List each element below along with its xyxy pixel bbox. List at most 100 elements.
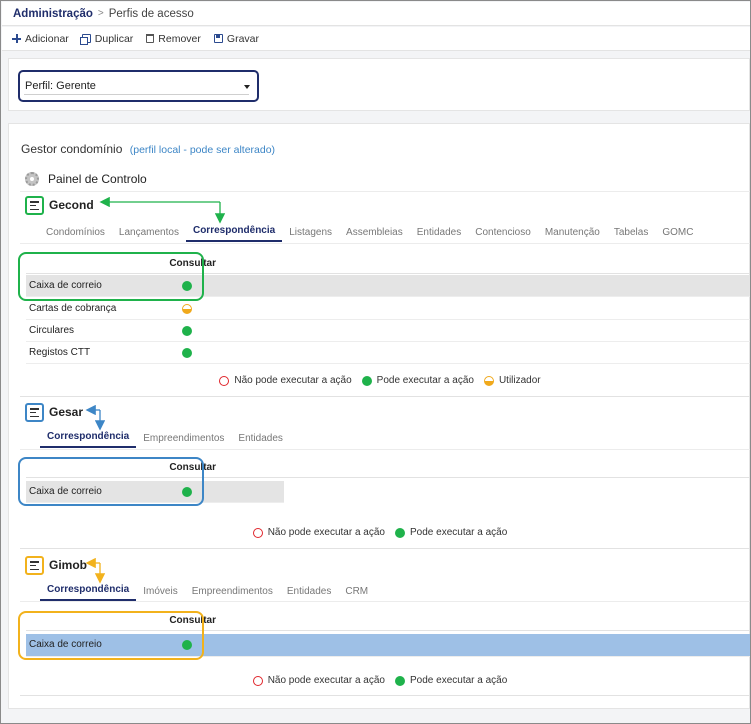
tab-correspondencia[interactable]: Correspondência — [40, 431, 137, 448]
table-row[interactable]: Registos CTT — [26, 342, 750, 364]
gear-icon — [25, 171, 39, 186]
app-window: Administração > Perfis de acesso Adicion… — [0, 0, 751, 724]
user-icon — [483, 375, 494, 386]
table-row[interactable]: Caixa de correio — [26, 634, 750, 657]
tab-crm[interactable]: CRM — [338, 586, 375, 601]
legend-user: Utilizador — [498, 375, 541, 386]
tab-entidades[interactable]: Entidades — [280, 586, 338, 601]
row-label: Cartas de cobrança — [29, 303, 117, 314]
painel-label: Painel de Controlo — [48, 171, 147, 186]
column-consultar: Consultar — [169, 615, 216, 626]
profile-panel: Perfil: Gerente — [8, 58, 750, 111]
tab-condominios[interactable]: Condomínios — [39, 227, 112, 242]
row-label: Caixa de correio — [29, 486, 102, 497]
allowed-icon — [361, 375, 372, 386]
remove-button[interactable]: Remover — [146, 33, 201, 45]
permission-allowed-icon[interactable] — [182, 487, 192, 497]
save-button[interactable]: Gravar — [213, 33, 259, 45]
legend-allowed: Pode executar a ação — [376, 375, 474, 386]
divider — [20, 548, 750, 549]
gimob-column-header: Consultar — [26, 611, 750, 631]
menu-icon — [25, 555, 44, 575]
profile-select[interactable]: Perfil: Gerente — [18, 70, 259, 102]
toolbar: Adicionar Duplicar Remover Gravar — [2, 27, 750, 51]
permission-allowed-icon[interactable] — [182, 326, 192, 336]
legend-denied: Não pode executar a ação — [267, 675, 385, 686]
gecond-header[interactable]: Gecond — [25, 195, 94, 215]
add-button[interactable]: Adicionar — [12, 33, 69, 45]
tab-empreendimentos[interactable]: Empreendimentos — [136, 433, 231, 448]
gestor-title: Gestor condomínio — [21, 142, 123, 156]
tab-contencioso[interactable]: Contencioso — [468, 227, 538, 242]
denied-icon — [252, 527, 263, 538]
divider — [20, 695, 750, 696]
breadcrumb: Administração > Perfis de acesso — [2, 2, 750, 26]
legend-allowed: Pode executar a ação — [410, 527, 508, 538]
painel-row[interactable]: Painel de Controlo — [20, 166, 750, 192]
column-consultar: Consultar — [169, 258, 216, 269]
column-consultar: Consultar — [169, 462, 216, 473]
gecond-legend: Não pode executar a ação Pode executar a… — [9, 375, 750, 386]
divider — [20, 396, 750, 397]
permission-allowed-icon[interactable] — [182, 348, 192, 358]
permission-user-icon[interactable] — [182, 304, 192, 314]
breadcrumb-root[interactable]: Administração — [13, 8, 93, 20]
legend-item: Pode executar a ação — [395, 675, 507, 686]
tab-tabelas[interactable]: Tabelas — [607, 227, 655, 242]
trash-icon — [146, 34, 155, 43]
gestor-note: (perfil local - pode ser alterado) — [129, 144, 276, 156]
legend-item: Pode executar a ação — [361, 375, 474, 386]
tab-gomc[interactable]: GOMC — [655, 227, 700, 242]
profile-select-value: Perfil: Gerente — [25, 80, 96, 92]
row-label: Caixa de correio — [29, 280, 102, 291]
tab-assembleias[interactable]: Assembleias — [339, 227, 410, 242]
permission-allowed-icon[interactable] — [182, 640, 192, 650]
table-row[interactable]: Caixa de correio — [26, 481, 284, 503]
gimob-legend: Não pode executar a ação Pode executar a… — [9, 675, 750, 686]
gesar-header[interactable]: Gesar — [25, 402, 83, 422]
row-label: Caixa de correio — [29, 639, 102, 650]
remove-button-label: Remover — [158, 32, 201, 45]
tab-manutencao[interactable]: Manutenção — [538, 227, 607, 242]
menu-icon — [25, 402, 44, 422]
add-button-label: Adicionar — [25, 32, 69, 45]
allowed-icon — [395, 527, 405, 538]
legend-denied: Não pode executar a ação — [234, 375, 352, 386]
copy-icon — [79, 34, 91, 45]
denied-icon — [252, 675, 263, 686]
tab-correspondencia[interactable]: Correspondência — [40, 584, 137, 601]
table-row[interactable]: Circulares — [26, 320, 750, 342]
tab-lancamentos[interactable]: Lançamentos — [112, 227, 186, 242]
tab-entidades[interactable]: Entidades — [410, 227, 468, 242]
legend-denied: Não pode executar a ação — [267, 527, 385, 538]
tab-imoveis[interactable]: Imóveis — [136, 586, 184, 601]
tab-entidades[interactable]: Entidades — [231, 433, 289, 448]
gimob-tab-divider — [20, 601, 750, 602]
breadcrumb-separator: > — [97, 8, 104, 19]
legend-item: Utilizador — [483, 375, 541, 386]
breadcrumb-page: Perfis de acesso — [108, 7, 194, 20]
plus-icon — [12, 34, 21, 43]
tab-empreendimentos[interactable]: Empreendimentos — [185, 586, 280, 601]
table-row[interactable]: Cartas de cobrança — [26, 298, 750, 320]
tab-correspondencia[interactable]: Correspondência — [185, 225, 283, 242]
section-title: Gestor condomínio (perfil local - pode s… — [21, 142, 275, 156]
gecond-name: Gecond — [49, 198, 94, 212]
permission-allowed-icon[interactable] — [182, 281, 192, 291]
gesar-name: Gesar — [49, 405, 84, 419]
select-underline — [24, 94, 249, 95]
tab-listagens[interactable]: Listagens — [282, 227, 339, 242]
gimob-name: Gimob — [49, 558, 87, 572]
table-row[interactable]: Caixa de correio — [26, 275, 750, 297]
row-label: Circulares — [29, 325, 75, 336]
legend-item: Não pode executar a ação — [219, 375, 352, 386]
row-label: Registos CTT — [29, 347, 91, 358]
permissions-panel: Gestor condomínio (perfil local - pode s… — [8, 123, 750, 709]
save-icon — [213, 34, 223, 43]
duplicate-button-label: Duplicar — [94, 32, 134, 45]
duplicate-button[interactable]: Duplicar — [79, 32, 134, 45]
gesar-column-header: Consultar — [26, 458, 750, 478]
gesar-tabs: Correspondência Empreendimentos Entidade… — [40, 426, 290, 448]
gimob-header[interactable]: Gimob — [25, 555, 87, 575]
menu-icon — [25, 195, 44, 215]
